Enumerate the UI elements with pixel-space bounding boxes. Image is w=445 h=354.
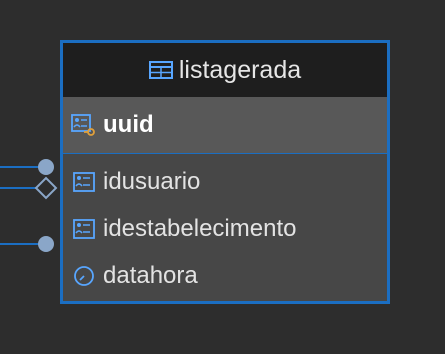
- column-label: datahora: [103, 261, 198, 289]
- connector-node-idusuario[interactable]: [38, 159, 54, 175]
- entity-listagerada[interactable]: listagerada uuid idusuario idestabelecim…: [60, 40, 390, 304]
- column-row-datahora[interactable]: datahora: [63, 252, 387, 299]
- connector-diamond-idusuario[interactable]: [34, 176, 58, 200]
- field-icon: [71, 171, 97, 192]
- entity-header[interactable]: listagerada: [63, 43, 387, 97]
- column-row-idusuario[interactable]: idusuario: [63, 158, 387, 205]
- entity-title: listagerada: [178, 55, 302, 84]
- column-label: idestabelecimento: [103, 214, 297, 242]
- connector-node-idestabelecimento[interactable]: [38, 236, 54, 252]
- column-row-idestabelecimento[interactable]: idestabelecimento: [63, 205, 387, 252]
- table-icon: [148, 61, 173, 79]
- column-label: idusuario: [103, 167, 201, 195]
- field-icon: [71, 218, 97, 239]
- column-list: idusuario idestabelecimento datahora: [63, 154, 387, 299]
- clock-icon: [71, 265, 97, 287]
- key-field-icon: [71, 113, 97, 137]
- primary-key-label: uuid: [103, 111, 154, 138]
- primary-key-row[interactable]: uuid: [63, 97, 387, 154]
